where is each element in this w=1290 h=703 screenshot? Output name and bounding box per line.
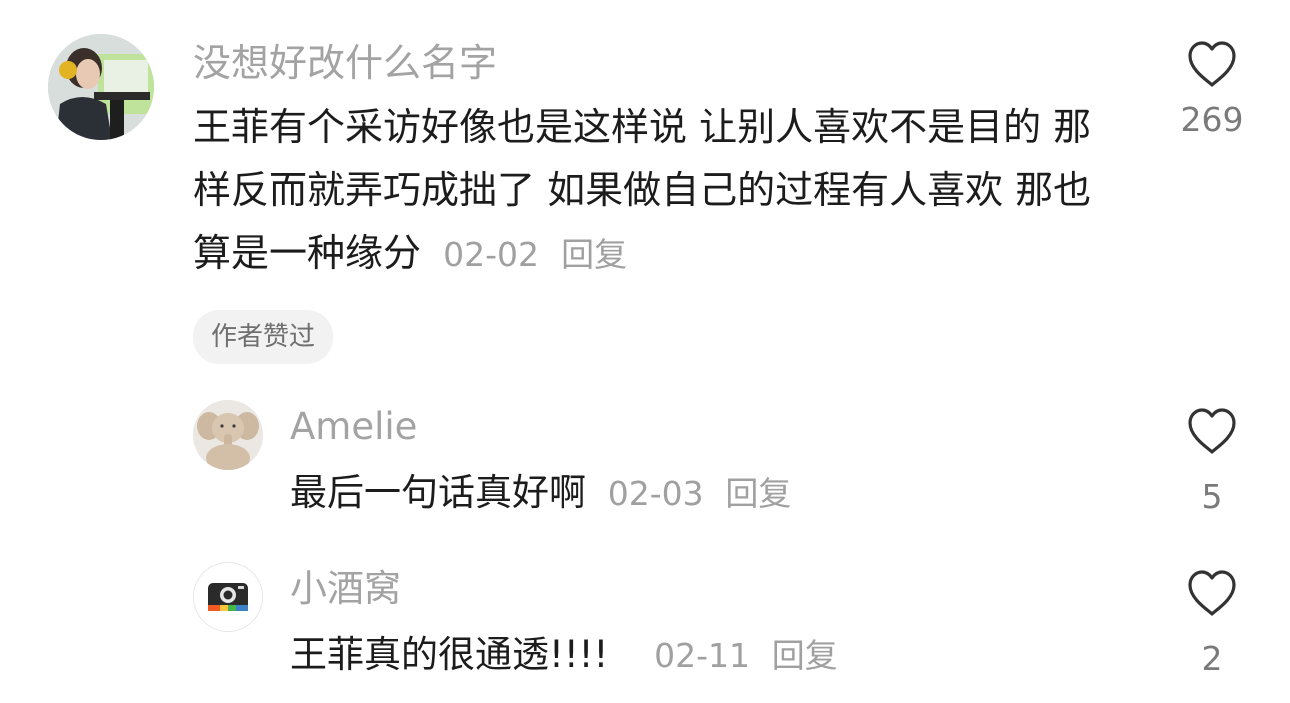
heart-icon [1188,41,1236,87]
reply-username[interactable]: 小酒窝 [290,565,401,613]
author-liked-badge: 作者赞过 [193,310,334,364]
like-count: 5 [1201,477,1223,516]
like-button[interactable]: 5 [1162,407,1262,516]
reply-text: 最后一句话真好啊 02-03 回复 [290,463,1150,524]
reply-date: 02-11 [654,636,750,675]
user-avatar[interactable] [193,400,263,470]
reply-item: 小酒窝 王菲真的很通透!!!! 02-11 回复 2 [0,557,1290,697]
reply-text: 王菲真的很通透!!!! 02-11 回复 [290,625,1150,686]
avatar-elephant-plush-icon [193,400,263,470]
reply-button[interactable]: 回复 [725,474,791,513]
avatar-camera-icon [194,563,262,631]
comment-body: 王菲有个采访好像也是这样说 让别人喜欢不是目的 那样反而就弄巧成拙了 如果做自己… [193,105,1092,275]
heart-icon [1188,570,1236,616]
user-avatar[interactable] [193,562,263,632]
like-button[interactable]: 269 [1162,40,1262,139]
reply-username[interactable]: Amelie [290,403,417,451]
reply-date: 02-03 [607,474,704,513]
reply-button[interactable]: 回复 [772,636,838,675]
like-count: 2 [1201,639,1223,678]
avatar-photo-shooter-icon [48,34,154,140]
reply-body: 最后一句话真好啊 [290,471,586,514]
comment-date: 02-02 [443,235,539,274]
user-avatar[interactable] [48,34,154,140]
reply-button[interactable]: 回复 [561,235,627,274]
comment-username[interactable]: 没想好改什么名字 [193,38,497,88]
reply-body: 王菲真的很通透!!!! [290,633,609,676]
reply-item: Amelie 最后一句话真好啊 02-03 回复 5 [0,395,1290,535]
comment-text: 王菲有个采访好像也是这样说 让别人喜欢不是目的 那样反而就弄巧成拙了 如果做自己… [193,96,1128,286]
like-count: 269 [1180,100,1244,139]
like-button[interactable]: 2 [1162,569,1262,678]
comment-item: 没想好改什么名字 王菲有个采访好像也是这样说 让别人喜欢不是目的 那样反而就弄巧… [0,0,1290,380]
heart-icon [1188,408,1236,454]
